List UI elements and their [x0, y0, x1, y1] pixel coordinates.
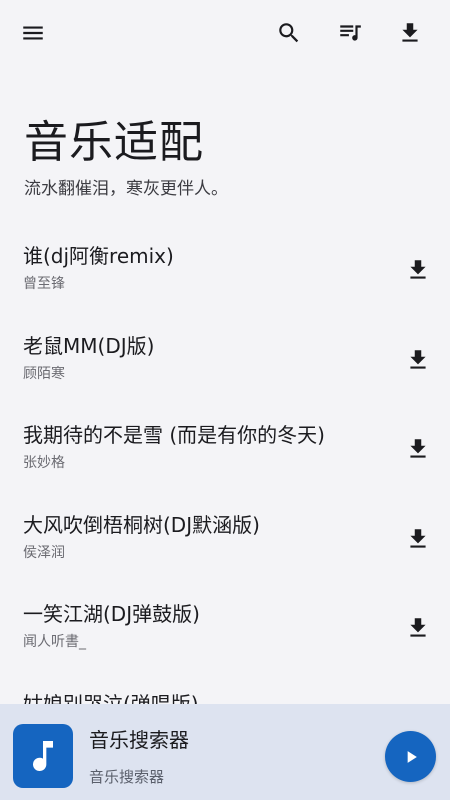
playlist-button[interactable] — [328, 11, 372, 55]
song-item[interactable]: 我期待的不是雪 (而是有你的冬天) 张妙格 — [0, 407, 450, 497]
song-item[interactable]: 大风吹倒梧桐树(DJ默涵版) 侯泽润 — [0, 497, 450, 587]
song-item[interactable]: 谁(dj阿衡remix) 曾至锋 — [0, 228, 450, 318]
player-title: 音乐搜索器 — [89, 728, 189, 752]
mini-player[interactable]: 音乐搜索器 音乐搜索器 — [0, 704, 450, 800]
song-artist: 侯泽润 — [23, 544, 65, 561]
song-artist: 张妙格 — [23, 455, 65, 471]
song-artist: 曾至锋 — [23, 276, 65, 292]
song-title: 老鼠MM(DJ版) — [23, 333, 155, 358]
menu-button[interactable] — [11, 11, 55, 55]
search-button[interactable] — [267, 11, 311, 55]
song-title: 谁(dj阿衡remix) — [23, 244, 174, 268]
song-artist: 闻人听書_ — [23, 634, 86, 650]
download-icon — [410, 618, 426, 637]
song-title: 大风吹倒梧桐树(DJ默涵版) — [23, 512, 260, 537]
download-icon — [410, 260, 426, 279]
song-download-button[interactable] — [400, 342, 436, 378]
player-subtitle: 音乐搜索器 — [89, 768, 165, 786]
album-art — [13, 724, 73, 788]
song-title: 一笑江湖(DJ弹鼓版) — [23, 602, 200, 626]
play-button[interactable] — [385, 731, 436, 782]
song-download-button[interactable] — [400, 431, 436, 467]
song-list: 谁(dj阿衡remix) 曾至锋 老鼠MM(DJ版) 顾陌寒 我期待的不是雪 (… — [0, 228, 450, 704]
download-icon — [410, 349, 426, 369]
top-app-bar — [0, 0, 450, 66]
page-header: 音乐适配 流水翻催泪，寒灰更伴人。 — [24, 112, 426, 202]
page-title: 音乐适配 — [24, 117, 204, 168]
song-download-button[interactable] — [400, 521, 436, 557]
play-icon — [407, 750, 417, 763]
download-all-button[interactable] — [388, 11, 432, 55]
download-icon — [410, 439, 426, 458]
song-title: 我期待的不是雪 (而是有你的冬天) — [23, 423, 325, 447]
song-item[interactable]: 姑娘别哭泣(弹唱版) — [0, 676, 450, 705]
music-app: 音乐适配 流水翻催泪，寒灰更伴人。 谁(dj阿衡remix) 曾至锋 老鼠MM(… — [0, 0, 450, 800]
download-icon — [410, 528, 426, 548]
download-icon — [402, 23, 418, 42]
song-artist: 顾陌寒 — [23, 365, 65, 382]
song-download-button[interactable] — [400, 610, 436, 646]
song-title: 姑娘别哭泣(弹唱版) — [23, 691, 199, 705]
playlist-icon — [340, 25, 361, 41]
song-item[interactable]: 老鼠MM(DJ版) 顾陌寒 — [0, 318, 450, 408]
music-note-icon — [33, 741, 53, 772]
song-download-button[interactable] — [400, 252, 436, 288]
search-icon — [279, 23, 299, 43]
page-subtitle: 流水翻催泪，寒灰更伴人。 — [24, 179, 228, 199]
song-item[interactable]: 一笑江湖(DJ弹鼓版) 闻人听書_ — [0, 586, 450, 676]
menu-icon — [23, 26, 43, 40]
